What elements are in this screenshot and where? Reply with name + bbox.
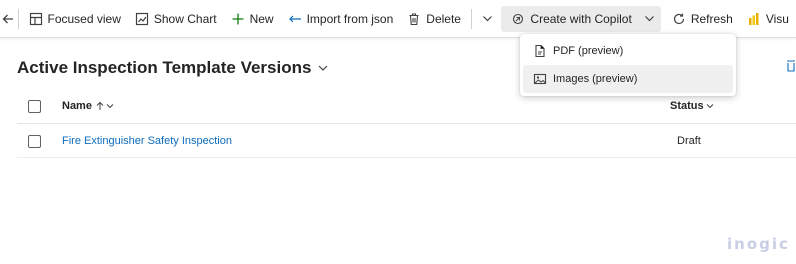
create-with-copilot-menu: PDF (preview) Images (preview) <box>520 34 736 96</box>
visualize-button[interactable]: Visu <box>740 6 796 32</box>
menu-item-label: PDF (preview) <box>553 45 624 57</box>
show-chart-label: Show Chart <box>153 11 217 26</box>
select-all-checkbox[interactable] <box>28 100 41 113</box>
chevron-down-icon <box>706 102 714 110</box>
copilot-icon <box>511 12 525 26</box>
delete-label: Delete <box>426 11 461 26</box>
focused-view-button[interactable]: Focused view <box>22 6 128 32</box>
create-with-copilot-label: Create with Copilot <box>530 11 632 26</box>
refresh-button[interactable]: Refresh <box>665 6 740 32</box>
chevron-down-icon <box>317 62 329 74</box>
chevron-down-icon <box>106 102 114 110</box>
import-from-json-label: Import from json <box>306 11 394 26</box>
chevron-down-icon <box>482 13 493 24</box>
watermark-logo: inogic <box>727 235 790 253</box>
plus-icon <box>231 12 245 26</box>
import-arrow-icon <box>288 12 302 26</box>
menu-item-pdf-preview[interactable]: PDF (preview) <box>523 37 733 65</box>
image-icon <box>533 72 547 86</box>
back-button[interactable] <box>0 6 15 32</box>
chevron-down-icon <box>644 13 655 24</box>
column-header-label: Status <box>670 100 704 112</box>
row-checkbox[interactable] <box>28 135 41 148</box>
chart-icon <box>135 12 149 26</box>
grid-header: Name Status <box>17 93 796 124</box>
refresh-icon <box>672 12 686 26</box>
table-row[interactable]: Fire Extinguisher Safety Inspection Draf… <box>17 124 796 158</box>
command-bar: Focused view Show Chart New Import from … <box>0 0 796 38</box>
visualize-label: Visu <box>765 11 789 26</box>
column-header-label: Name <box>62 100 92 112</box>
trash-icon <box>407 12 421 26</box>
new-button[interactable]: New <box>224 6 281 32</box>
edit-columns-icon[interactable] <box>786 60 796 75</box>
record-name-link[interactable]: Fire Extinguisher Safety Inspection <box>62 135 232 147</box>
column-header-status[interactable]: Status <box>670 100 714 112</box>
column-header-name[interactable]: Name <box>62 100 114 112</box>
create-with-copilot-button[interactable]: Create with Copilot <box>501 5 661 32</box>
refresh-label: Refresh <box>690 11 733 26</box>
more-commands-button[interactable] <box>474 6 501 32</box>
view-selector[interactable]: Active Inspection Template Versions <box>17 58 329 78</box>
new-label: New <box>249 11 274 26</box>
sort-ascending-icon <box>96 101 104 111</box>
record-status: Draft <box>677 135 701 147</box>
pdf-document-icon <box>533 44 547 58</box>
import-from-json-button[interactable]: Import from json <box>281 6 401 32</box>
focused-view-label: Focused view <box>47 11 121 26</box>
delete-button[interactable]: Delete <box>400 6 468 32</box>
arrow-left-icon <box>1 12 15 26</box>
menu-item-images-preview[interactable]: Images (preview) <box>523 65 733 93</box>
menu-item-label: Images (preview) <box>553 73 638 85</box>
focused-view-icon <box>29 12 43 26</box>
page-title: Active Inspection Template Versions <box>17 58 312 77</box>
power-bi-icon <box>747 12 761 26</box>
show-chart-button[interactable]: Show Chart <box>128 6 224 32</box>
